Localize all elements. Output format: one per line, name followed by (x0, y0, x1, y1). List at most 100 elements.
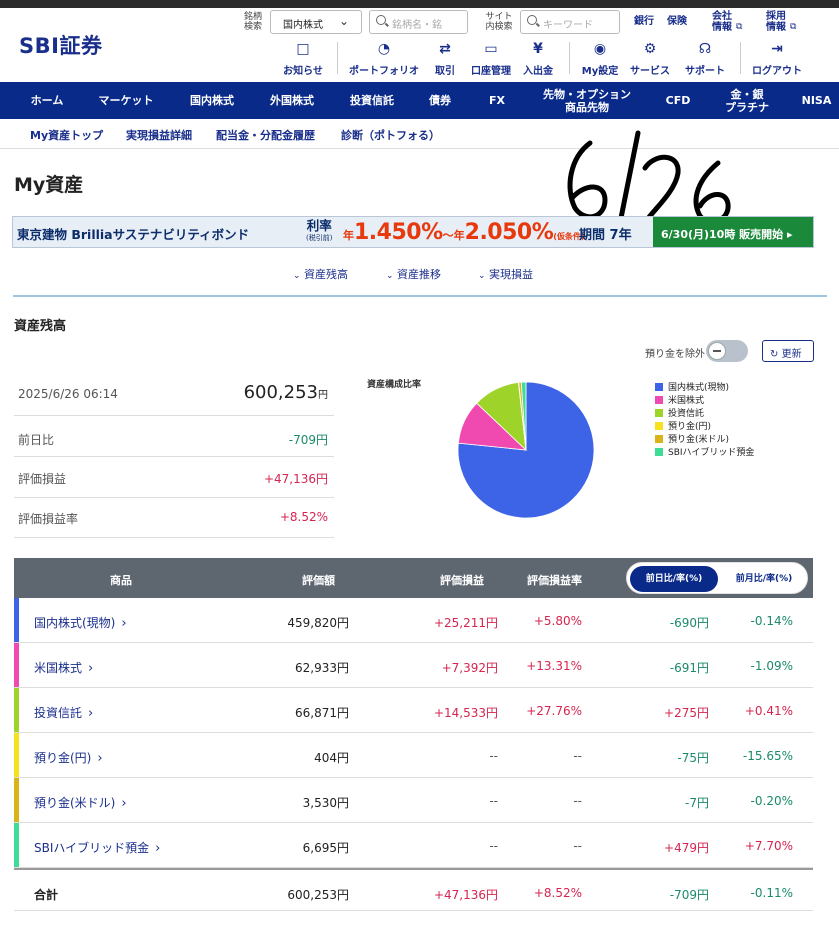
cell-value: 62,933円 (295, 661, 349, 675)
cell-pl-rate: -- (573, 749, 582, 763)
nav-foreign-stocks[interactable]: 外国株式 (260, 82, 324, 119)
cell-pl: -- (489, 839, 498, 853)
cell-day-rate: -15.65% (742, 749, 793, 763)
user-icon: ◉ (593, 41, 607, 57)
banner-cta[interactable]: 6/30(月)10時 販売開始 ▸ (653, 217, 813, 247)
tab-daily-change[interactable]: 前日比/率(%) (630, 566, 718, 592)
banner-issuer: 東京建物 Brilliaサステナビリティボンド (17, 227, 250, 242)
my-settings-button[interactable]: ◉ My設定 (580, 40, 620, 77)
cell-pl-rate: +27.76% (526, 704, 582, 718)
nav-fx[interactable]: FX (478, 82, 516, 119)
tab-monthly-change[interactable]: 前月比/率(%) (722, 566, 806, 592)
stock-search-input[interactable]: 銘柄名・銘 (369, 10, 468, 34)
refresh-label: 更新 (781, 349, 802, 360)
nav-home[interactable]: ホーム (18, 82, 76, 119)
account-button[interactable]: ▭ 口座管理 (469, 40, 513, 77)
change-period-tabs: 前日比/率(%) 前月比/率(%) (626, 562, 808, 594)
cell-pl-rate: -- (573, 794, 582, 808)
legend-label: 米国株式 (668, 396, 705, 406)
legend-label: SBIハイブリッド預金 (668, 448, 755, 458)
anchor-realized-label: 実現損益 (489, 268, 534, 281)
product-link[interactable]: 預り金(米ドル) › (34, 794, 127, 811)
product-link[interactable]: 投資信託 › (34, 704, 93, 721)
refresh-button[interactable]: ↻ 更新 (762, 340, 814, 362)
cell-pl-rate: +5.80% (533, 614, 582, 628)
notice-label: お知らせ (283, 66, 323, 77)
anchor-balance[interactable]: ⌄ 資産残高 (293, 266, 348, 282)
product-name: 預り金(米ドル) (34, 796, 116, 810)
external-link-icon: ⧉ (736, 22, 743, 32)
top-strip (0, 0, 839, 8)
main-nav: ホーム マーケット 国内株式 外国株式 投資信託 債券 FX 先物・オプション … (0, 82, 839, 119)
anchor-history-label: 資産推移 (397, 268, 442, 281)
banner-rate-high: 2.050% (464, 220, 554, 245)
chat-icon: □ (296, 41, 310, 57)
anchor-history[interactable]: ⌄ 資産推移 (386, 266, 441, 282)
deposit-button[interactable]: ¥ 入出金 (519, 40, 557, 77)
legend-swatch (655, 396, 663, 404)
subnav-my-assets-top[interactable]: My資産トップ (30, 127, 103, 143)
company-info-link[interactable]: 会社 情報 (712, 11, 732, 33)
nav-mutual-funds[interactable]: 投資信託 (342, 82, 402, 119)
trade-icon: ⇄ (439, 41, 451, 57)
careers-link[interactable]: 採用 情報 (766, 11, 786, 33)
bank-link[interactable]: 銀行 (634, 16, 654, 27)
product-link[interactable]: SBIハイブリッド預金 › (34, 839, 160, 856)
product-link[interactable]: 米国株式 › (34, 659, 93, 676)
deposit-label: 入出金 (523, 66, 553, 77)
summary-label: 評価損益率 (18, 512, 79, 526)
anchor-realized[interactable]: ⌄ 実現損益 (478, 266, 533, 282)
nav-futures-options[interactable]: 先物・オプション 商品先物 (532, 82, 642, 119)
toggle-knob (708, 342, 726, 360)
total-pl: +47,136円 (433, 888, 498, 902)
subnav-dividends[interactable]: 配当金・分配金履歴 (216, 127, 315, 143)
subnav-diagnosis[interactable]: 診断（ポトフォる） (341, 127, 440, 143)
product-link[interactable]: 国内株式(現物) › (34, 614, 127, 631)
chevron-right-icon: › (88, 706, 94, 721)
legend-swatch (655, 409, 663, 417)
logout-button[interactable]: ⇥ ログアウト (750, 40, 804, 77)
exclude-deposit-toggle[interactable] (706, 340, 748, 362)
notice-button[interactable]: □ お知らせ (280, 40, 326, 77)
service-button[interactable]: ⚙ サービス (624, 40, 676, 77)
sbi-logo[interactable]: SBI証券 (19, 30, 102, 60)
search-icon (376, 15, 386, 25)
header-product: 商品 (110, 574, 132, 587)
nav-market[interactable]: マーケット (90, 82, 162, 119)
trade-button[interactable]: ⇄ 取引 (428, 40, 462, 77)
cell-value: 459,820円 (287, 616, 349, 630)
legend-swatch (655, 448, 663, 456)
nav-domestic-stocks[interactable]: 国内株式 (180, 82, 244, 119)
account-label: 口座管理 (471, 66, 511, 77)
table-row: 預り金(円) › 404円 -- -- -75円 -15.65% (14, 733, 813, 778)
nav-cfd[interactable]: CFD (656, 82, 700, 119)
support-button[interactable]: ☊ サポート (683, 40, 727, 77)
legend-item: 預り金(円) (655, 421, 754, 434)
insurance-link[interactable]: 保険 (667, 16, 687, 27)
nav-nisa[interactable]: NISA (794, 82, 839, 119)
summary-value: +8.52% (279, 510, 328, 524)
nav-bonds[interactable]: 債券 (418, 82, 462, 119)
cell-day-rate: +7.70% (744, 839, 793, 853)
bond-promo-banner[interactable]: 東京建物 Brilliaサステナビリティボンド 利率 (税引前) 年1.450%～… (12, 216, 814, 248)
legend-item: 投資信託 (655, 408, 754, 421)
category-color-bar (14, 688, 19, 732)
section-title: 資産残高 (14, 319, 67, 334)
banner-rate-values: 年1.450%～年2.050%(仮条件) (343, 220, 585, 245)
product-link[interactable]: 預り金(円) › (34, 749, 103, 766)
category-color-bar (14, 823, 19, 867)
site-search-input[interactable]: キーワード (520, 10, 620, 34)
subnav-realized-pl[interactable]: 実現損益詳細 (126, 127, 192, 143)
portfolio-button[interactable]: ◔ ポートフォリオ (346, 40, 422, 77)
summary-total-row: 2025/6/26 06:14 600,253円 (14, 372, 334, 416)
total-label: 合計 (34, 888, 59, 902)
summary-datetime: 2025/6/26 06:14 (18, 387, 118, 401)
chevron-right-icon: › (155, 841, 161, 856)
summary-label: 評価損益 (18, 472, 67, 486)
holdings-table-header: 商品 評価額 評価損益 評価損益率 前日比/率(%) 前月比/率(%) (14, 558, 813, 598)
banner-term: 期間 7年 (579, 228, 632, 243)
chevron-down-icon: ⌄ (478, 271, 486, 281)
market-select[interactable]: 国内株式 ⌄ (270, 10, 362, 34)
nav-precious-metals[interactable]: 金・銀 プラチナ (716, 82, 778, 119)
yen-icon: ¥ (533, 41, 543, 57)
